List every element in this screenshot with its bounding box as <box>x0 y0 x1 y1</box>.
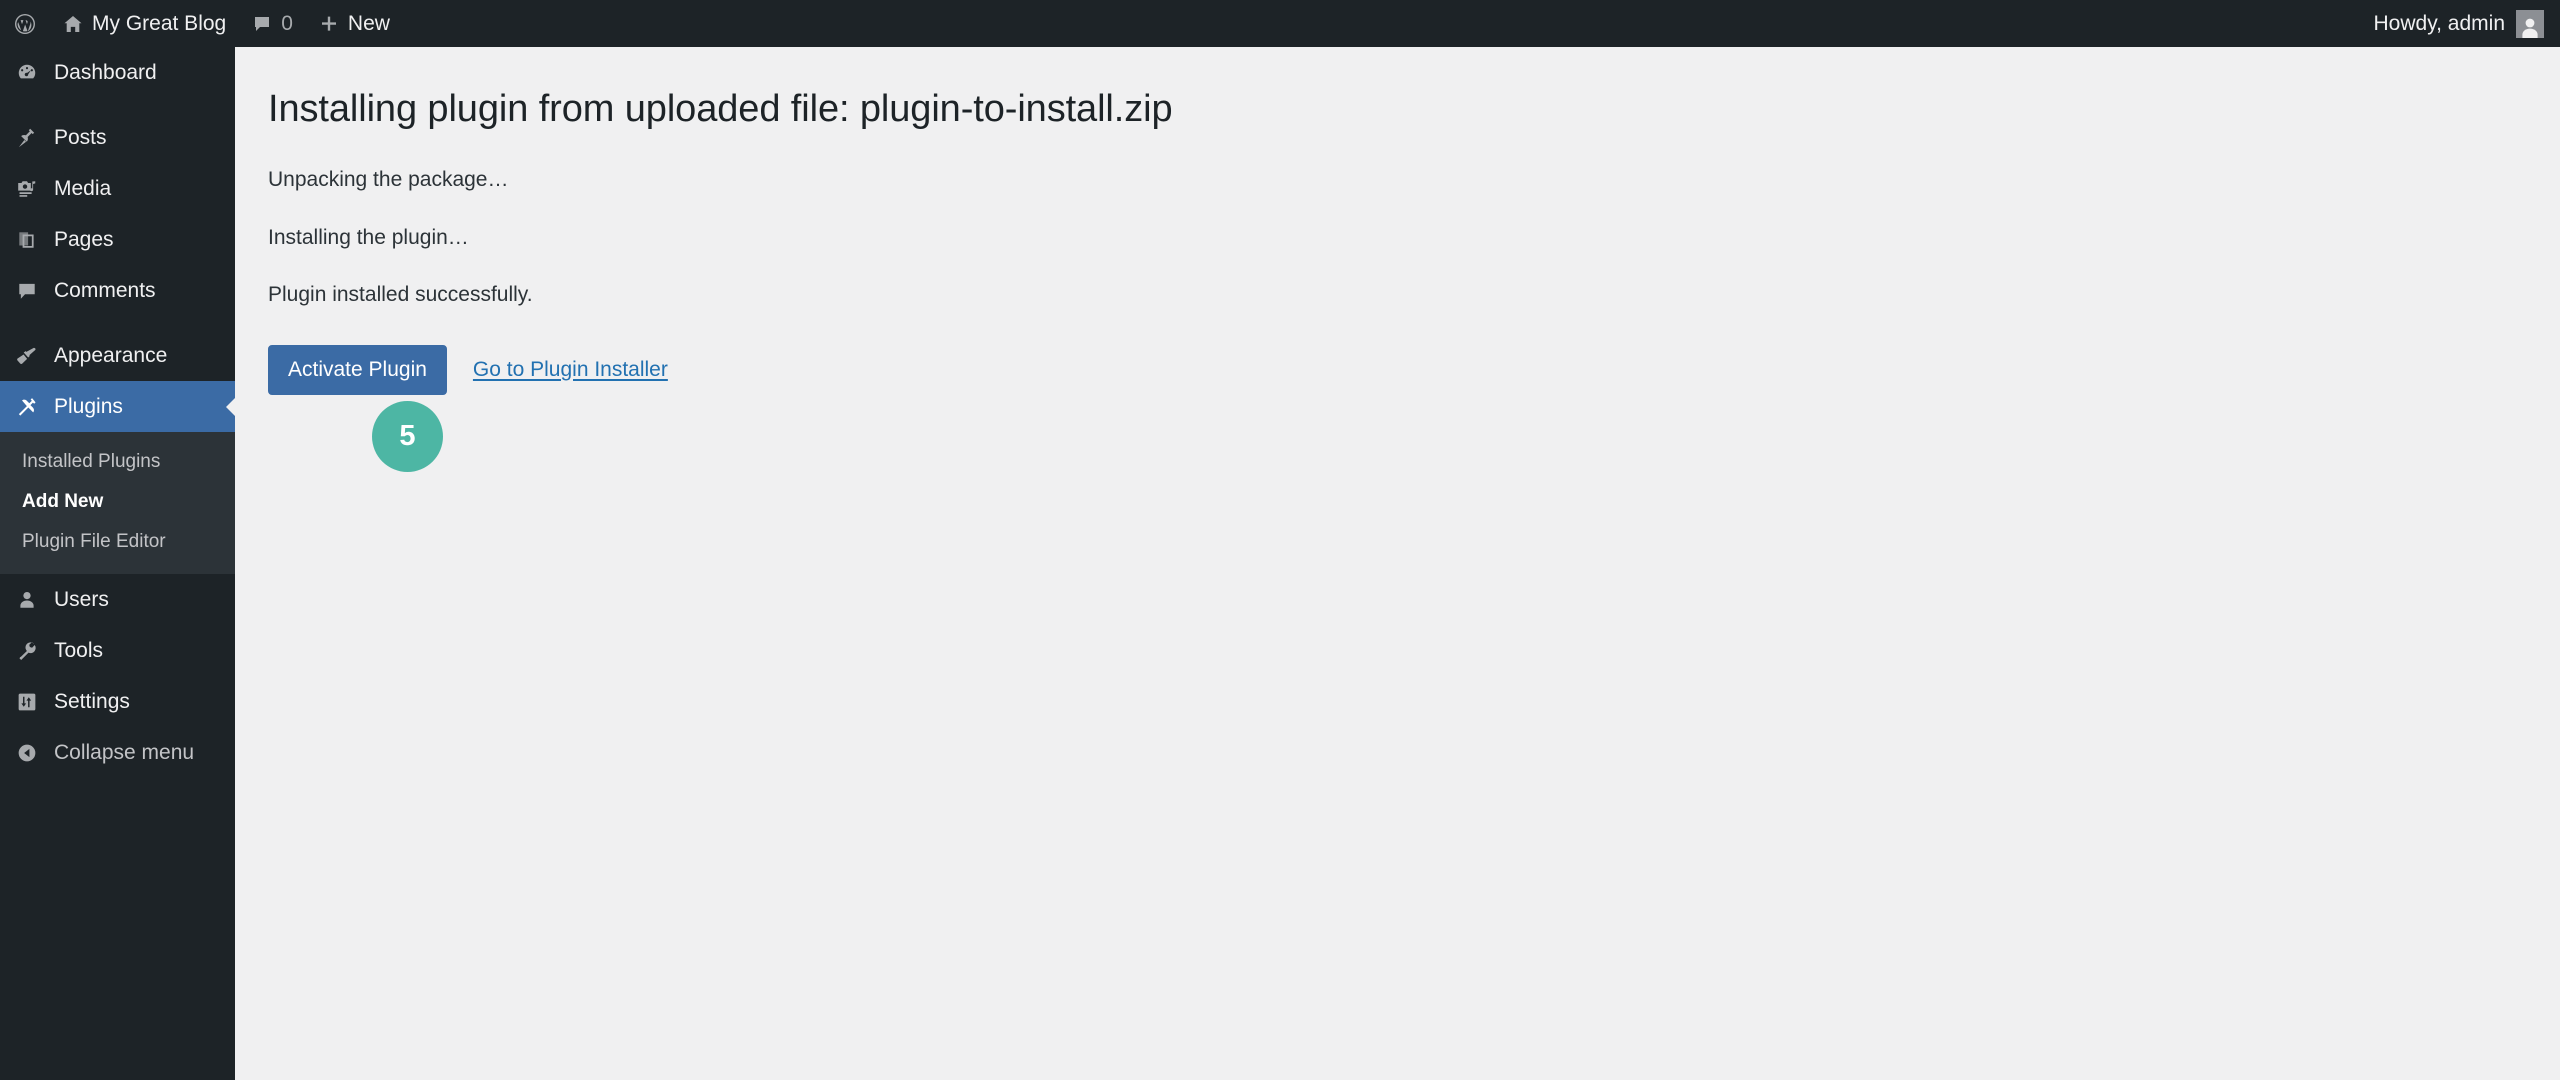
sidebar-item-dashboard[interactable]: Dashboard <box>0 47 235 98</box>
plus-icon <box>319 14 339 34</box>
submenu-item-add-new[interactable]: Add New <box>0 482 235 522</box>
menu-separator <box>0 316 235 330</box>
sidebar-item-comments[interactable]: Comments <box>0 265 235 316</box>
admin-bar-site-name[interactable]: My Great Blog <box>50 0 239 47</box>
sidebar-item-label: Posts <box>54 125 107 149</box>
settings-sliders-icon <box>12 687 42 717</box>
step-badge: 5 <box>372 401 443 473</box>
sidebar-item-label: Comments <box>54 278 156 302</box>
submenu-item-plugin-file-editor[interactable]: Plugin File Editor <box>0 522 235 562</box>
howdy-label: Howdy, admin <box>2373 11 2506 35</box>
dashboard-gauge-icon <box>12 58 42 88</box>
admin-bar: My Great Blog 0 New Howdy, admin <box>0 0 2560 47</box>
sidebar-item-settings[interactable]: Settings <box>0 676 235 727</box>
collapse-arrow-left-icon <box>12 738 42 768</box>
new-label: New <box>347 12 390 35</box>
user-avatar-icon <box>2516 9 2544 38</box>
pages-icon <box>12 225 42 255</box>
sidebar-item-label: Tools <box>54 638 104 662</box>
go-to-plugin-installer-link[interactable]: Go to Plugin Installer <box>473 358 668 382</box>
admin-bar-wp-logo[interactable] <box>0 0 50 47</box>
admin-bar-new[interactable]: New <box>306 0 403 47</box>
admin-sidebar-menu: Dashboard Posts Media Pages Comments App… <box>0 47 236 1080</box>
sidebar-item-label: Settings <box>54 689 130 713</box>
plugins-submenu: Installed Plugins Add New Plugin File Ed… <box>0 432 235 574</box>
status-line-installing: Installing the plugin… <box>268 225 469 249</box>
sidebar-item-label: Media <box>54 176 112 200</box>
sidebar-item-users[interactable]: Users <box>0 574 235 625</box>
plug-icon <box>12 392 42 422</box>
comment-bubble-icon <box>252 14 272 34</box>
menu-separator <box>0 98 235 112</box>
sidebar-item-label: Appearance <box>54 343 168 367</box>
submenu-item-installed-plugins[interactable]: Installed Plugins <box>0 442 235 482</box>
sidebar-item-posts[interactable]: Posts <box>0 112 235 163</box>
action-row: Activate Plugin Go to Plugin Installer 5 <box>268 345 2560 473</box>
sidebar-item-media[interactable]: Media <box>0 163 235 214</box>
site-name-label: My Great Blog <box>92 12 227 35</box>
collapse-menu-button[interactable]: Collapse menu <box>0 727 235 778</box>
wrench-icon <box>12 636 42 666</box>
sidebar-item-label: Plugins <box>54 394 123 418</box>
sidebar-item-appearance[interactable]: Appearance <box>0 330 235 381</box>
sidebar-item-label: Users <box>54 587 109 611</box>
user-icon <box>12 585 42 615</box>
sidebar-item-tools[interactable]: Tools <box>0 625 235 676</box>
sidebar-item-pages[interactable]: Pages <box>0 214 235 265</box>
wordpress-logo-icon <box>13 12 37 36</box>
status-line-unpacking: Unpacking the package… <box>268 168 509 192</box>
comment-bubble-icon <box>12 276 42 306</box>
activate-plugin-button[interactable]: Activate Plugin <box>268 345 447 396</box>
comment-count: 0 <box>281 12 293 35</box>
main-content: Installing plugin from uploaded file: pl… <box>235 47 2560 1080</box>
collapse-menu-label: Collapse menu <box>54 740 195 764</box>
sidebar-item-label: Dashboard <box>54 60 157 84</box>
page-title: Installing plugin from uploaded file: pl… <box>268 88 1173 130</box>
pin-icon <box>12 123 42 153</box>
sidebar-item-plugins[interactable]: Plugins <box>0 381 236 432</box>
media-camera-music-icon <box>12 174 42 204</box>
sidebar-item-label: Pages <box>54 227 114 251</box>
home-icon <box>63 14 83 34</box>
paintbrush-icon <box>12 341 42 371</box>
admin-bar-comments[interactable]: 0 <box>239 0 306 47</box>
admin-bar-account[interactable]: Howdy, admin <box>2373 9 2560 38</box>
status-line-success: Plugin installed successfully. <box>268 283 533 307</box>
